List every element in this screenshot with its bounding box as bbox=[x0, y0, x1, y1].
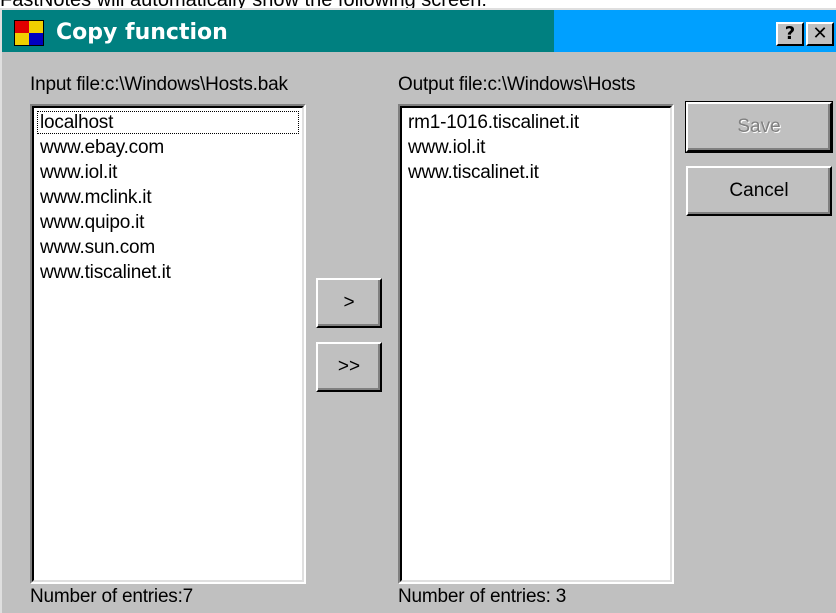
title-bar: Copy function ? ✕ bbox=[2, 10, 836, 52]
app-icon bbox=[14, 20, 44, 46]
list-item[interactable]: www.ebay.com bbox=[36, 135, 300, 160]
close-button[interactable]: ✕ bbox=[806, 22, 834, 46]
list-item[interactable]: www.quipo.it bbox=[36, 210, 300, 235]
list-item[interactable]: www.tiscalinet.it bbox=[404, 160, 668, 185]
move-selected-label: > bbox=[343, 292, 355, 313]
list-item[interactable]: localhost bbox=[36, 110, 300, 135]
list-item[interactable]: www.iol.it bbox=[404, 135, 668, 160]
move-selected-button[interactable]: > bbox=[316, 278, 382, 328]
move-all-label: >> bbox=[337, 356, 361, 377]
list-item[interactable]: www.sun.com bbox=[36, 235, 300, 260]
output-file-label: Output file:c:\Windows\Hosts bbox=[398, 74, 636, 95]
list-item[interactable]: www.mclink.it bbox=[36, 185, 300, 210]
list-item[interactable]: www.iol.it bbox=[36, 160, 300, 185]
move-all-button[interactable]: >> bbox=[316, 342, 382, 392]
help-icon: ? bbox=[784, 23, 796, 44]
save-label: Save bbox=[737, 116, 781, 137]
window-title: Copy function bbox=[56, 20, 228, 45]
input-listbox[interactable]: localhost www.ebay.com www.iol.it www.mc… bbox=[30, 104, 306, 584]
copy-function-dialog: Copy function ? ✕ Input file:c:\Windows\… bbox=[0, 8, 836, 613]
help-button[interactable]: ? bbox=[776, 22, 804, 46]
input-file-label: Input file:c:\Windows\Hosts.bak bbox=[30, 74, 288, 95]
save-button[interactable]: Save bbox=[685, 101, 833, 153]
close-icon: ✕ bbox=[812, 23, 828, 44]
output-listbox[interactable]: rm1-1016.tiscalinet.it www.iol.it www.ti… bbox=[398, 104, 674, 584]
cancel-label: Cancel bbox=[729, 180, 789, 201]
list-item[interactable]: rm1-1016.tiscalinet.it bbox=[404, 110, 668, 135]
output-entry-count: Number of entries: 3 bbox=[398, 586, 567, 607]
input-entry-count: Number of entries:7 bbox=[30, 586, 194, 607]
cancel-button[interactable]: Cancel bbox=[686, 166, 832, 216]
list-item[interactable]: www.tiscalinet.it bbox=[36, 260, 300, 285]
